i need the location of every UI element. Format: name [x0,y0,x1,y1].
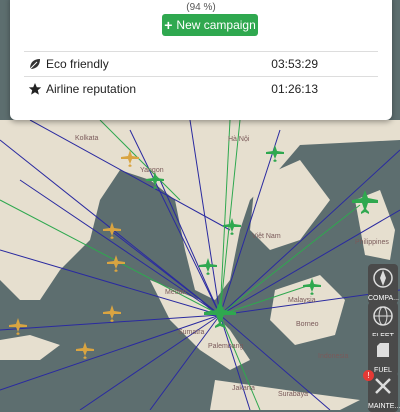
sidebar-item-fuel[interactable]: FUEL [368,336,398,376]
plus-icon: + [164,17,173,33]
map-label: Hà Nội [228,136,250,143]
fuel-icon [377,343,389,357]
campaign-label: Eco friendly [46,57,109,71]
campaign-row-reputation: Airline reputation 01:26:13 [24,76,378,101]
campaign-timer: 01:26:13 [271,82,318,96]
maintenance-alert-badge: ! [363,370,374,381]
progress-percent: (94 %) [186,2,216,13]
new-campaign-label: New campaign [176,18,256,32]
sidebar-item-label: MAINTE... [368,403,400,410]
map-label: Sumatra [178,329,205,336]
star-icon [28,83,42,95]
map-label: Malaysia [288,297,316,304]
sidebar-item-label: COMPA... [368,295,399,302]
map-label: Borneo [296,321,319,328]
compass-icon [373,268,393,288]
map-label: Jakarta [232,385,255,392]
campaign-timer: 03:53:29 [271,57,318,71]
campaign-row-eco: Eco friendly 03:53:29 [24,51,378,76]
campaign-label: Airline reputation [46,82,137,96]
new-campaign-button[interactable]: + New campaign [162,14,258,36]
globe-icon [373,306,393,326]
map-label: Việt Nam [252,233,281,240]
map-label: Palembang [208,343,244,350]
map-label: Kolkata [75,135,98,142]
leaf-icon [29,59,40,70]
map-label: Medan [165,289,187,296]
map-label: Surabaya [278,391,308,398]
wrench-icon [375,378,391,394]
sidebar-item-compass[interactable]: COMPA... [368,264,399,304]
map-label: Indonesia [318,353,348,360]
map-label: Yangon [140,167,164,174]
map-label: Philippines [355,239,389,246]
campaign-panel: (94 %) + New campaign Eco friendly 03:53… [10,0,392,120]
